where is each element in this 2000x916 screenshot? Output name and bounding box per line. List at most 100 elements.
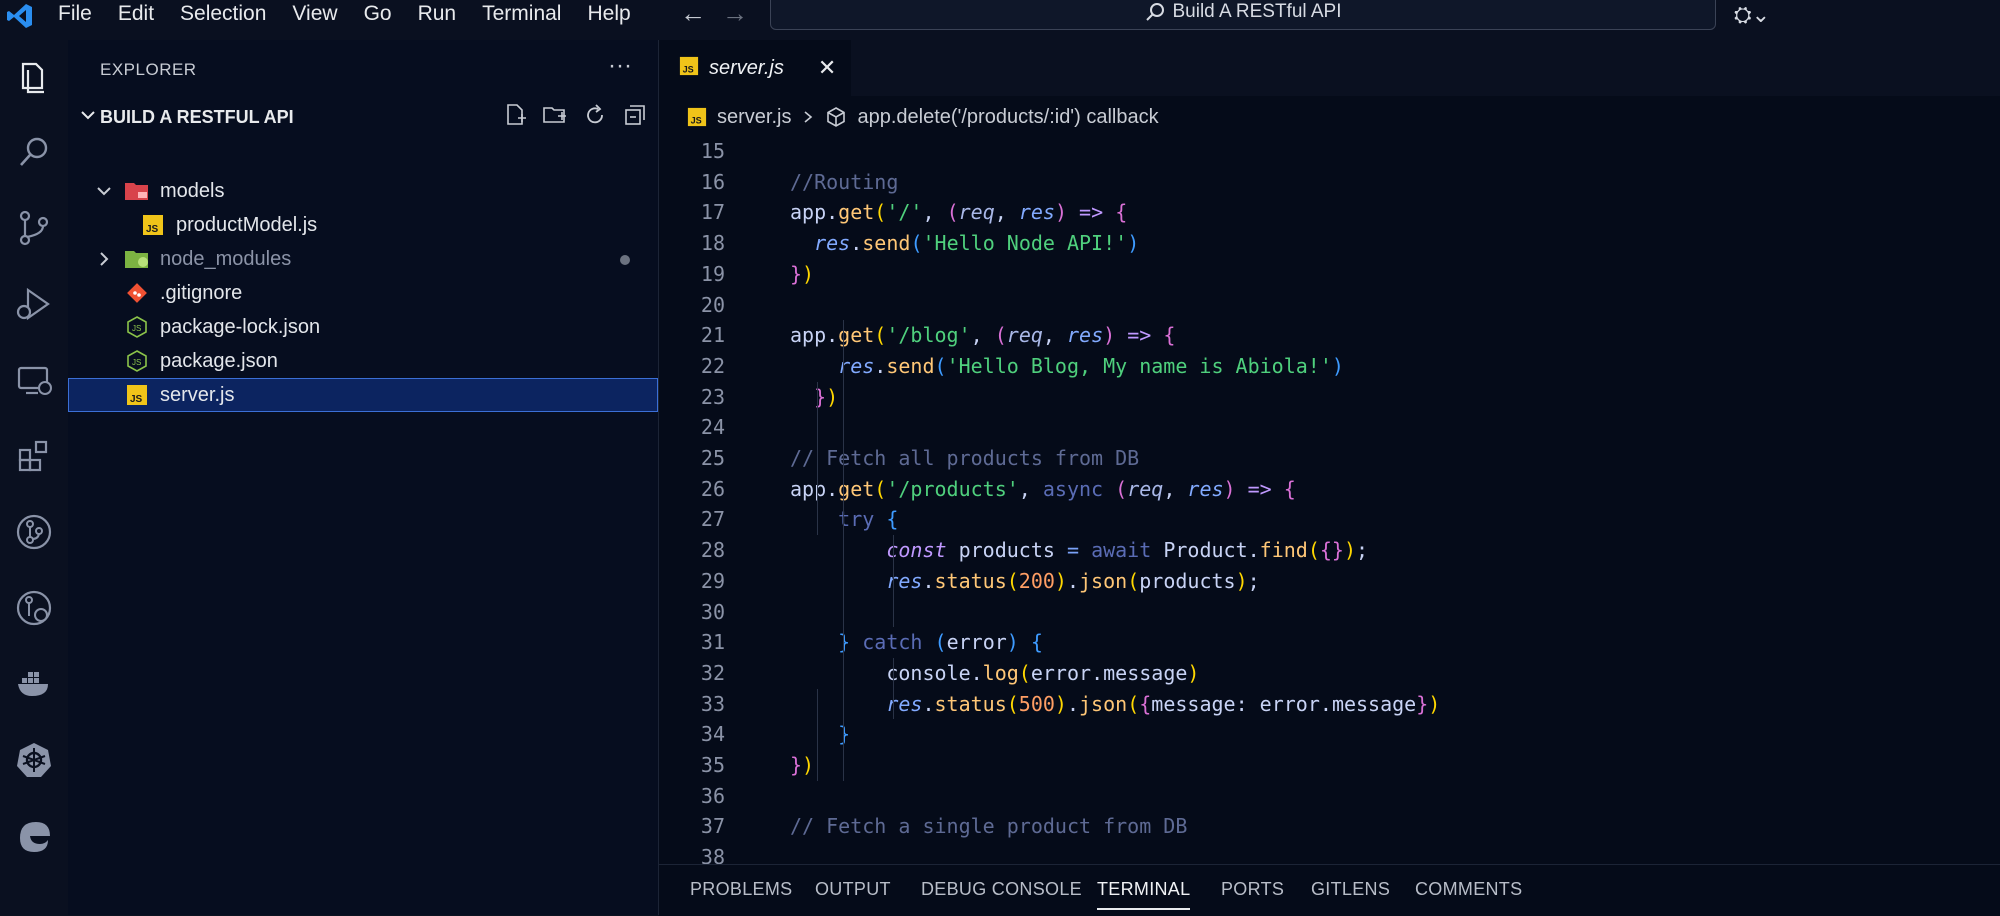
git-graph-icon[interactable] bbox=[0, 580, 68, 636]
code-line[interactable]: 18 res.send('Hello Node API!') bbox=[659, 228, 2000, 258]
tree-item-gitignore[interactable]: .gitignore bbox=[68, 276, 658, 310]
panel-tab-problems[interactable]: PROBLEMS bbox=[690, 879, 792, 900]
chevron-down-icon bbox=[81, 111, 95, 120]
code-line[interactable]: 30 bbox=[659, 597, 2000, 627]
code-line[interactable]: 29 res.status(200).json(products); bbox=[659, 566, 2000, 596]
breadcrumb: JS server.js app.delete('/products/:id')… bbox=[687, 100, 1159, 134]
code-line[interactable]: 36 bbox=[659, 781, 2000, 811]
command-center-search[interactable]: Build A RESTful API bbox=[770, 0, 1716, 30]
code-line[interactable]: 35}) bbox=[659, 750, 2000, 780]
panel-tab-ports[interactable]: PORTS bbox=[1221, 879, 1284, 900]
docker-icon[interactable] bbox=[0, 656, 68, 712]
code-line[interactable]: 15 bbox=[659, 136, 2000, 166]
code-line[interactable]: 19}) bbox=[659, 259, 2000, 289]
menu-item-view[interactable]: View bbox=[292, 2, 337, 26]
edge-icon[interactable] bbox=[0, 808, 68, 864]
code-line[interactable]: 25// Fetch all products from DB bbox=[659, 443, 2000, 473]
javascript-file-icon: JS bbox=[124, 384, 150, 406]
line-number: 23 bbox=[700, 384, 725, 409]
source-control-icon[interactable] bbox=[0, 200, 68, 256]
code-line[interactable]: 16 //Routing bbox=[659, 167, 2000, 197]
nodejs-json-icon: JS bbox=[124, 350, 150, 372]
gitlens-icon[interactable] bbox=[0, 504, 68, 560]
editor-area: JS server.js ✕ JS server.js app.delete('… bbox=[659, 40, 2000, 916]
tree-item-models[interactable]: models bbox=[68, 174, 658, 208]
line-number: 28 bbox=[700, 538, 725, 563]
project-name: BUILD A RESTFUL API bbox=[100, 107, 294, 127]
code-line[interactable]: 28 const products = await Product.find({… bbox=[659, 535, 2000, 565]
svg-text:JS: JS bbox=[130, 394, 143, 405]
code-line[interactable]: 22 res.send('Hello Blog, My name is Abio… bbox=[659, 351, 2000, 381]
tree-item-package-lock[interactable]: JS package-lock.json bbox=[68, 310, 658, 344]
chevron-right-icon bbox=[100, 252, 109, 266]
line-code: res.status(200).json(products); bbox=[886, 568, 1260, 593]
code-line[interactable]: 37 // Fetch a single product from DB bbox=[659, 811, 2000, 841]
panel-tab-gitlens[interactable]: GITLENS bbox=[1311, 879, 1390, 900]
more-actions-icon[interactable]: ··· bbox=[608, 52, 632, 80]
code-line[interactable]: 32 console.log(error.message) bbox=[659, 658, 2000, 688]
search-icon[interactable] bbox=[0, 124, 68, 180]
git-file-icon bbox=[124, 282, 150, 304]
collapse-all-icon[interactable] bbox=[622, 102, 648, 128]
code-line[interactable]: 20 bbox=[659, 290, 2000, 320]
panel-tab-comments[interactable]: COMMENTS bbox=[1415, 879, 1522, 900]
code-line[interactable]: 17 app.get('/', (req, res) => { bbox=[659, 197, 2000, 227]
menu-item-terminal[interactable]: Terminal bbox=[482, 2, 561, 26]
tree-item-node-modules[interactable]: node_modules bbox=[68, 242, 658, 276]
code-line[interactable]: 23 }) bbox=[659, 382, 2000, 412]
code-line[interactable]: 33 res.status(500).json({message: error.… bbox=[659, 689, 2000, 719]
menu-item-edit[interactable]: Edit bbox=[118, 2, 154, 26]
close-icon[interactable]: ✕ bbox=[818, 55, 836, 81]
indent-guide bbox=[893, 535, 894, 628]
back-arrow-icon[interactable]: ← bbox=[680, 0, 706, 26]
copilot-icon[interactable]: ⛭⌄ bbox=[1734, 2, 1770, 28]
code-line[interactable]: 26 app.get('/products', async (req, res) … bbox=[659, 474, 2000, 504]
tree-item-label: node_modules bbox=[160, 247, 292, 270]
new-folder-icon[interactable] bbox=[542, 102, 568, 128]
line-number: 19 bbox=[700, 261, 725, 286]
line-code: res.send('Hello Node API!') bbox=[814, 231, 1140, 256]
menu-item-file[interactable]: File bbox=[58, 2, 92, 26]
line-number: 33 bbox=[700, 691, 725, 716]
project-header[interactable]: BUILD A RESTFUL API bbox=[68, 102, 658, 132]
line-number: 22 bbox=[700, 353, 725, 378]
menu-item-go[interactable]: Go bbox=[364, 2, 392, 26]
tree-item-server-js[interactable]: JS server.js bbox=[68, 378, 658, 412]
breadcrumb-symbol[interactable]: app.delete('/products/:id') callback bbox=[857, 106, 1158, 129]
tree-item-package-json[interactable]: JS package.json bbox=[68, 344, 658, 378]
menu-bar: File Edit Selection View Go Run Terminal Help bbox=[58, 0, 631, 28]
explorer-icon[interactable] bbox=[0, 50, 68, 106]
code-line[interactable]: 24 bbox=[659, 412, 2000, 442]
menu-item-help[interactable]: Help bbox=[587, 2, 630, 26]
indent-guide bbox=[817, 688, 818, 781]
code-editor[interactable]: 15 16 //Routing 17 app.get('/', (req, res) =… bbox=[659, 136, 2000, 904]
extensions-icon[interactable] bbox=[0, 428, 68, 484]
breadcrumb-file[interactable]: server.js bbox=[717, 106, 791, 129]
run-debug-icon[interactable] bbox=[0, 276, 68, 332]
forward-arrow-icon[interactable]: → bbox=[722, 0, 748, 26]
panel-tab-terminal[interactable]: TERMINAL bbox=[1097, 879, 1191, 910]
panel-tab-output[interactable]: OUTPUT bbox=[815, 879, 891, 900]
line-code: app.get('/products', async (req, res) =>… bbox=[790, 476, 1296, 501]
code-line[interactable]: 27 try { bbox=[659, 504, 2000, 534]
tab-server-js[interactable]: JS server.js ✕ bbox=[659, 40, 851, 96]
nodejs-json-icon: JS bbox=[124, 316, 150, 338]
kubernetes-icon[interactable] bbox=[0, 732, 68, 788]
new-file-icon[interactable] bbox=[502, 102, 528, 128]
line-number: 34 bbox=[700, 722, 725, 747]
code-line[interactable]: 31 } catch (error) { bbox=[659, 627, 2000, 657]
tree-item-productmodel[interactable]: JS productModel.js bbox=[68, 208, 658, 242]
panel-tab-debug-console[interactable]: DEBUG CONSOLE bbox=[921, 879, 1082, 900]
code-line[interactable]: 21 app.get('/blog', (req, res) => { bbox=[659, 320, 2000, 350]
refresh-icon[interactable] bbox=[582, 102, 608, 128]
tree-item-label: server.js bbox=[160, 383, 235, 406]
code-line[interactable]: 34 } bbox=[659, 719, 2000, 749]
activity-bar bbox=[0, 40, 68, 915]
menu-item-selection[interactable]: Selection bbox=[180, 2, 266, 26]
line-code: app.get('/blog', (req, res) => { bbox=[790, 323, 1176, 348]
remote-explorer-icon[interactable] bbox=[0, 352, 68, 408]
menu-item-run[interactable]: Run bbox=[418, 2, 457, 26]
line-number: 36 bbox=[700, 783, 725, 808]
line-number: 24 bbox=[700, 415, 725, 440]
title-bar: File Edit Selection View Go Run Terminal Help ←… bbox=[0, 0, 2000, 40]
